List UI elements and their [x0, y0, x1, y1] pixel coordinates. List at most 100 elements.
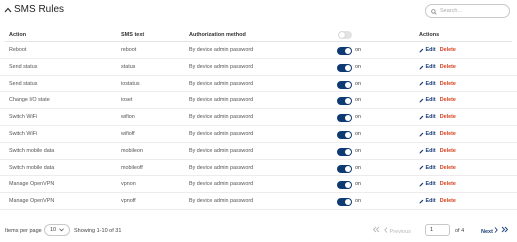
toggle-knob	[345, 199, 351, 206]
cell-status: on	[355, 147, 361, 154]
cell-action: Reboot	[9, 47, 27, 53]
toggle-knob	[345, 81, 351, 88]
edit-label: Edit	[425, 147, 436, 154]
chevron-right-icon	[495, 227, 499, 233]
delete-button[interactable]: Delete	[440, 76, 456, 93]
cell-auth-method: By device admin password	[189, 130, 254, 137]
delete-button[interactable]: Delete	[440, 160, 456, 177]
cell-auth-method: By device admin password	[189, 80, 254, 87]
table-row: Manage OpenVPN vpnoff By device admin pass…	[0, 193, 517, 210]
delete-button[interactable]: Delete	[440, 42, 456, 59]
toggle-knob	[345, 148, 351, 155]
edit-label: Edit	[425, 114, 436, 121]
edit-button[interactable]: Edit	[419, 76, 436, 93]
double-chevron-left-icon	[372, 226, 380, 233]
rules-table-body: Reboot reboot By device admin password on Ed…	[0, 42, 517, 210]
first-page-button[interactable]	[372, 226, 380, 236]
last-page-button[interactable]	[501, 226, 509, 236]
column-header-actions: Actions	[419, 32, 440, 38]
delete-button[interactable]: Delete	[440, 193, 456, 210]
items-per-page-value: 10	[50, 227, 57, 233]
rule-enable-switch[interactable]	[337, 181, 352, 190]
edit-button[interactable]: Edit	[419, 126, 436, 143]
search-input[interactable]	[440, 8, 510, 14]
row-actions: Edit Delete	[419, 76, 456, 93]
next-label: Next	[481, 229, 493, 235]
rule-enable-switch[interactable]	[337, 164, 352, 173]
delete-button[interactable]: Delete	[440, 109, 456, 126]
cell-sms-text: wifion	[121, 114, 135, 121]
table-row: Switch mobile data mobileon By device admi…	[0, 143, 517, 160]
edit-button[interactable]: Edit	[419, 160, 436, 177]
delete-button[interactable]: Delete	[440, 92, 456, 109]
cell-action: Change I/O state	[9, 97, 50, 104]
rule-enable-switch[interactable]	[337, 130, 352, 139]
toggle-knob	[345, 98, 351, 105]
delete-button[interactable]: Delete	[440, 143, 456, 160]
delete-button[interactable]: Delete	[440, 126, 456, 143]
edit-button[interactable]: Edit	[419, 176, 436, 193]
pencil-icon	[419, 149, 424, 154]
rule-enable-switch[interactable]	[337, 97, 352, 106]
edit-button[interactable]: Edit	[419, 109, 436, 126]
delete-button[interactable]: Delete	[440, 59, 456, 76]
cell-sms-text: status	[121, 63, 136, 70]
previous-page-button[interactable]: Previous	[384, 227, 411, 236]
row-actions: Edit Delete	[419, 59, 456, 76]
cell-sms-text: ioset	[121, 97, 133, 104]
chevron-left-icon	[384, 227, 388, 233]
toggle-knob	[345, 64, 351, 71]
cell-auth-method: By device admin password	[189, 198, 254, 205]
rule-enable-switch[interactable]	[337, 47, 352, 55]
page-title: SMS Rules	[14, 4, 65, 15]
pagination-footer: Items per page 10 Showing 1-10 of 31 Pre…	[0, 222, 517, 240]
rule-enable-switch[interactable]	[337, 147, 352, 156]
previous-label: Previous	[389, 229, 411, 235]
pencil-icon	[419, 182, 424, 187]
row-actions: Edit Delete	[419, 176, 456, 193]
rule-enable-switch[interactable]	[337, 63, 352, 72]
edit-label: Edit	[425, 97, 436, 104]
rule-enable-switch[interactable]	[337, 114, 352, 123]
pencil-icon	[419, 166, 424, 170]
cell-status: on	[355, 80, 361, 87]
next-page-button[interactable]: Next	[481, 227, 499, 236]
edit-button[interactable]: Edit	[419, 59, 436, 76]
search-box[interactable]	[425, 4, 510, 18]
toggle-knob	[339, 32, 345, 38]
cell-action: Manage OpenVPN	[9, 198, 55, 205]
toggle-knob	[345, 182, 351, 189]
showing-count: Showing 1-10 of 31	[74, 228, 122, 234]
cell-action: Switch WiFi	[9, 130, 38, 137]
cell-status: on	[355, 114, 361, 121]
edit-button[interactable]: Edit	[419, 143, 436, 160]
page-number-input[interactable]	[425, 224, 450, 236]
section-header: SMS Rules	[0, 0, 517, 24]
cell-auth-method: By device admin password	[189, 164, 254, 171]
table-row: Send status iostatus By device admin passw…	[0, 76, 517, 93]
cell-sms-text: iostatus	[121, 80, 140, 87]
edit-button[interactable]: Edit	[419, 42, 436, 59]
chevron-up-icon[interactable]	[3, 5, 13, 15]
edit-button[interactable]: Edit	[419, 193, 436, 210]
cell-status: on	[355, 97, 361, 104]
pencil-icon	[419, 48, 424, 53]
cell-auth-method: By device admin password	[189, 181, 254, 188]
items-per-page-select[interactable]: 10	[44, 224, 70, 236]
cell-status: on	[355, 130, 361, 137]
cell-auth-method: By device admin password	[189, 97, 254, 104]
cell-auth-method: By device admin password	[189, 47, 254, 53]
cell-action: Send status	[9, 63, 38, 70]
table-row: Switch mobile data mobileoff By device adm…	[0, 160, 517, 177]
delete-button[interactable]: Delete	[440, 176, 456, 193]
pencil-icon	[419, 82, 424, 86]
table-row: Change I/O state ioset By device admin pas…	[0, 92, 517, 110]
toggle-knob	[345, 48, 351, 54]
rule-enable-switch[interactable]	[337, 80, 352, 89]
table-row: Reboot reboot By device admin password on Ed…	[0, 42, 517, 59]
cell-auth-method: By device admin password	[189, 147, 254, 154]
rule-enable-switch[interactable]	[337, 198, 352, 207]
cell-auth-method: By device admin password	[189, 63, 254, 70]
toggle-all-switch[interactable]	[338, 31, 352, 39]
edit-button[interactable]: Edit	[419, 92, 436, 109]
